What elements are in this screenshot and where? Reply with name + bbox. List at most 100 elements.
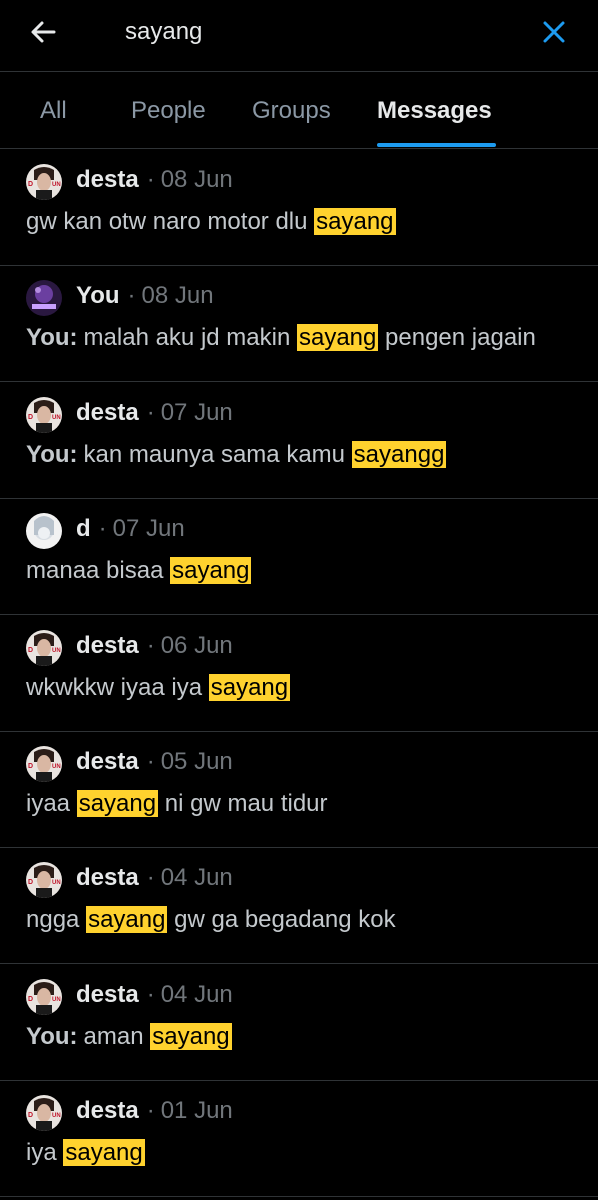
separator-dot: · [146,980,155,1008]
sender-name: desta [76,1097,139,1125]
avatar-image: D UN [26,746,62,782]
tab-messages[interactable]: Messages [377,97,492,125]
clear-search-button[interactable] [536,14,572,50]
avatar-image: D UN [26,862,62,899]
close-icon [543,21,565,43]
separator-dot: · [98,515,107,543]
message-snippet: wkwkkw iyaa iya sayang [26,673,291,702]
avatar [26,513,62,550]
svg-text:D: D [28,1112,33,1119]
message-snippet: gw kan otw naro motor dlu sayang [26,208,396,236]
sender-name: desta [76,398,139,426]
snippet-before: iyaa [26,790,77,817]
message-date: 07 Jun [160,398,233,426]
message-date: 04 Jun [160,864,233,892]
message-snippet: iya sayang [26,1139,145,1167]
snippet-before: ngga [26,906,87,934]
search-match-highlight: sayang [170,557,252,585]
svg-text:UN: UN [52,1113,61,1119]
separator-dot: · [127,282,136,310]
svg-text:D: D [28,181,33,188]
avatar: D UN [26,978,62,1015]
message-date: 08 Jun [141,282,214,310]
message-date: 04 Jun [160,980,233,1008]
you-prefix: You: [26,324,78,352]
svg-text:UN: UN [52,764,61,770]
snippet-before: aman [83,1022,151,1050]
search-match-highlight: sayang [150,1022,232,1050]
avatar: D UN [26,164,62,200]
message-date: 06 Jun [160,631,233,659]
message-result[interactable]: d · 07 Jun manaa bisaa sayang [0,499,598,616]
message-date: 01 Jun [160,1097,233,1125]
message-snippet: You: aman sayang [26,1022,232,1051]
message-date: 05 Jun [160,748,233,775]
message-result[interactable]: D UN desta · 08 Jun gw kan otw naro motor d… [0,150,598,266]
snippet-before: malah aku jd makin [83,324,297,352]
snippet-after: gw ga begadang kok [167,906,396,934]
separator-dot: · [146,166,155,193]
tab-all[interactable]: All [40,97,67,125]
arrow-left-icon [31,21,56,43]
search-match-highlight: sayang [76,790,159,817]
svg-text:UN: UN [52,182,61,188]
separator-dot: · [146,864,155,892]
message-snippet: manaa bisaa sayang [26,557,252,585]
message-result[interactable]: D UN desta · 01 Jun iya sayang [0,1081,598,1198]
sender-name: desta [76,980,139,1008]
message-date: 08 Jun [160,166,233,193]
message-date: 07 Jun [112,515,185,543]
active-tab-indicator [377,143,496,147]
search-match-highlight: sayang [86,906,168,934]
avatar-image: D UN [26,629,62,666]
avatar-image: D UN [26,1095,62,1132]
message-result[interactable]: You · 08 Jun You: malah aku jd makin sayang… [0,266,598,383]
avatar-image: D UN [26,978,62,1015]
snippet-before: wkwkkw iyaa iya [26,673,209,701]
search-header: sayang [0,0,598,72]
search-input[interactable]: sayang [125,18,202,46]
back-button[interactable] [26,14,62,50]
message-snippet: You: malah aku jd makin sayang pengen jag… [26,324,536,352]
sender-name: desta [76,166,139,193]
svg-text:D: D [28,763,33,770]
message-result[interactable]: D UN desta · 07 Jun You: kan maunya sama kam… [0,383,598,499]
svg-text:D: D [28,879,33,886]
separator-dot: · [146,631,155,659]
avatar-image [26,513,62,550]
avatar: D UN [26,862,62,899]
sender-name: desta [76,631,139,659]
separator-dot: · [146,1097,155,1125]
snippet-after: ni gw mau tidur [158,790,328,817]
you-prefix: You: [26,1022,78,1050]
sender-name: d [76,515,91,543]
snippet-before: kan maunya sama kamu [83,440,352,468]
avatar: D UN [26,1095,62,1132]
message-result[interactable]: D UN desta · 04 Jun You: aman sayang [0,965,598,1081]
search-match-highlight: sayang [63,1139,145,1167]
search-match-highlight: sayangg [351,440,447,468]
svg-text:D: D [28,996,33,1003]
message-result[interactable]: D UN desta · 05 Jun iyaa sayang ni gw mau t… [0,732,598,848]
tab-groups[interactable]: Groups [252,97,331,125]
message-snippet: ngga sayang gw ga begadang kok [26,906,396,934]
snippet-before: manaa bisaa [26,557,171,585]
snippet-before: iya [26,1139,64,1167]
avatar: D UN [26,746,62,782]
tab-people[interactable]: People [131,97,206,125]
snippet-after: pengen jagain [378,324,536,352]
separator-dot: · [146,398,155,426]
avatar [26,280,62,317]
search-match-highlight: sayang [314,208,396,235]
snippet-before: gw kan otw naro motor dlu [26,208,315,235]
separator-dot: · [146,748,155,775]
tab-bar: All People Groups Messages [0,73,598,149]
message-result[interactable]: D UN desta · 04 Jun ngga sayang gw ga begad… [0,848,598,965]
avatar-image: D UN [26,396,62,433]
avatar-image [26,280,62,317]
message-snippet: iyaa sayang ni gw mau tidur [26,790,328,818]
svg-text:UN: UN [52,880,61,886]
avatar-image: D UN [26,164,62,200]
search-match-highlight: sayang [296,324,379,352]
message-result[interactable]: D UN desta · 06 Jun wkwkkw iyaa iya sayang [0,616,598,732]
